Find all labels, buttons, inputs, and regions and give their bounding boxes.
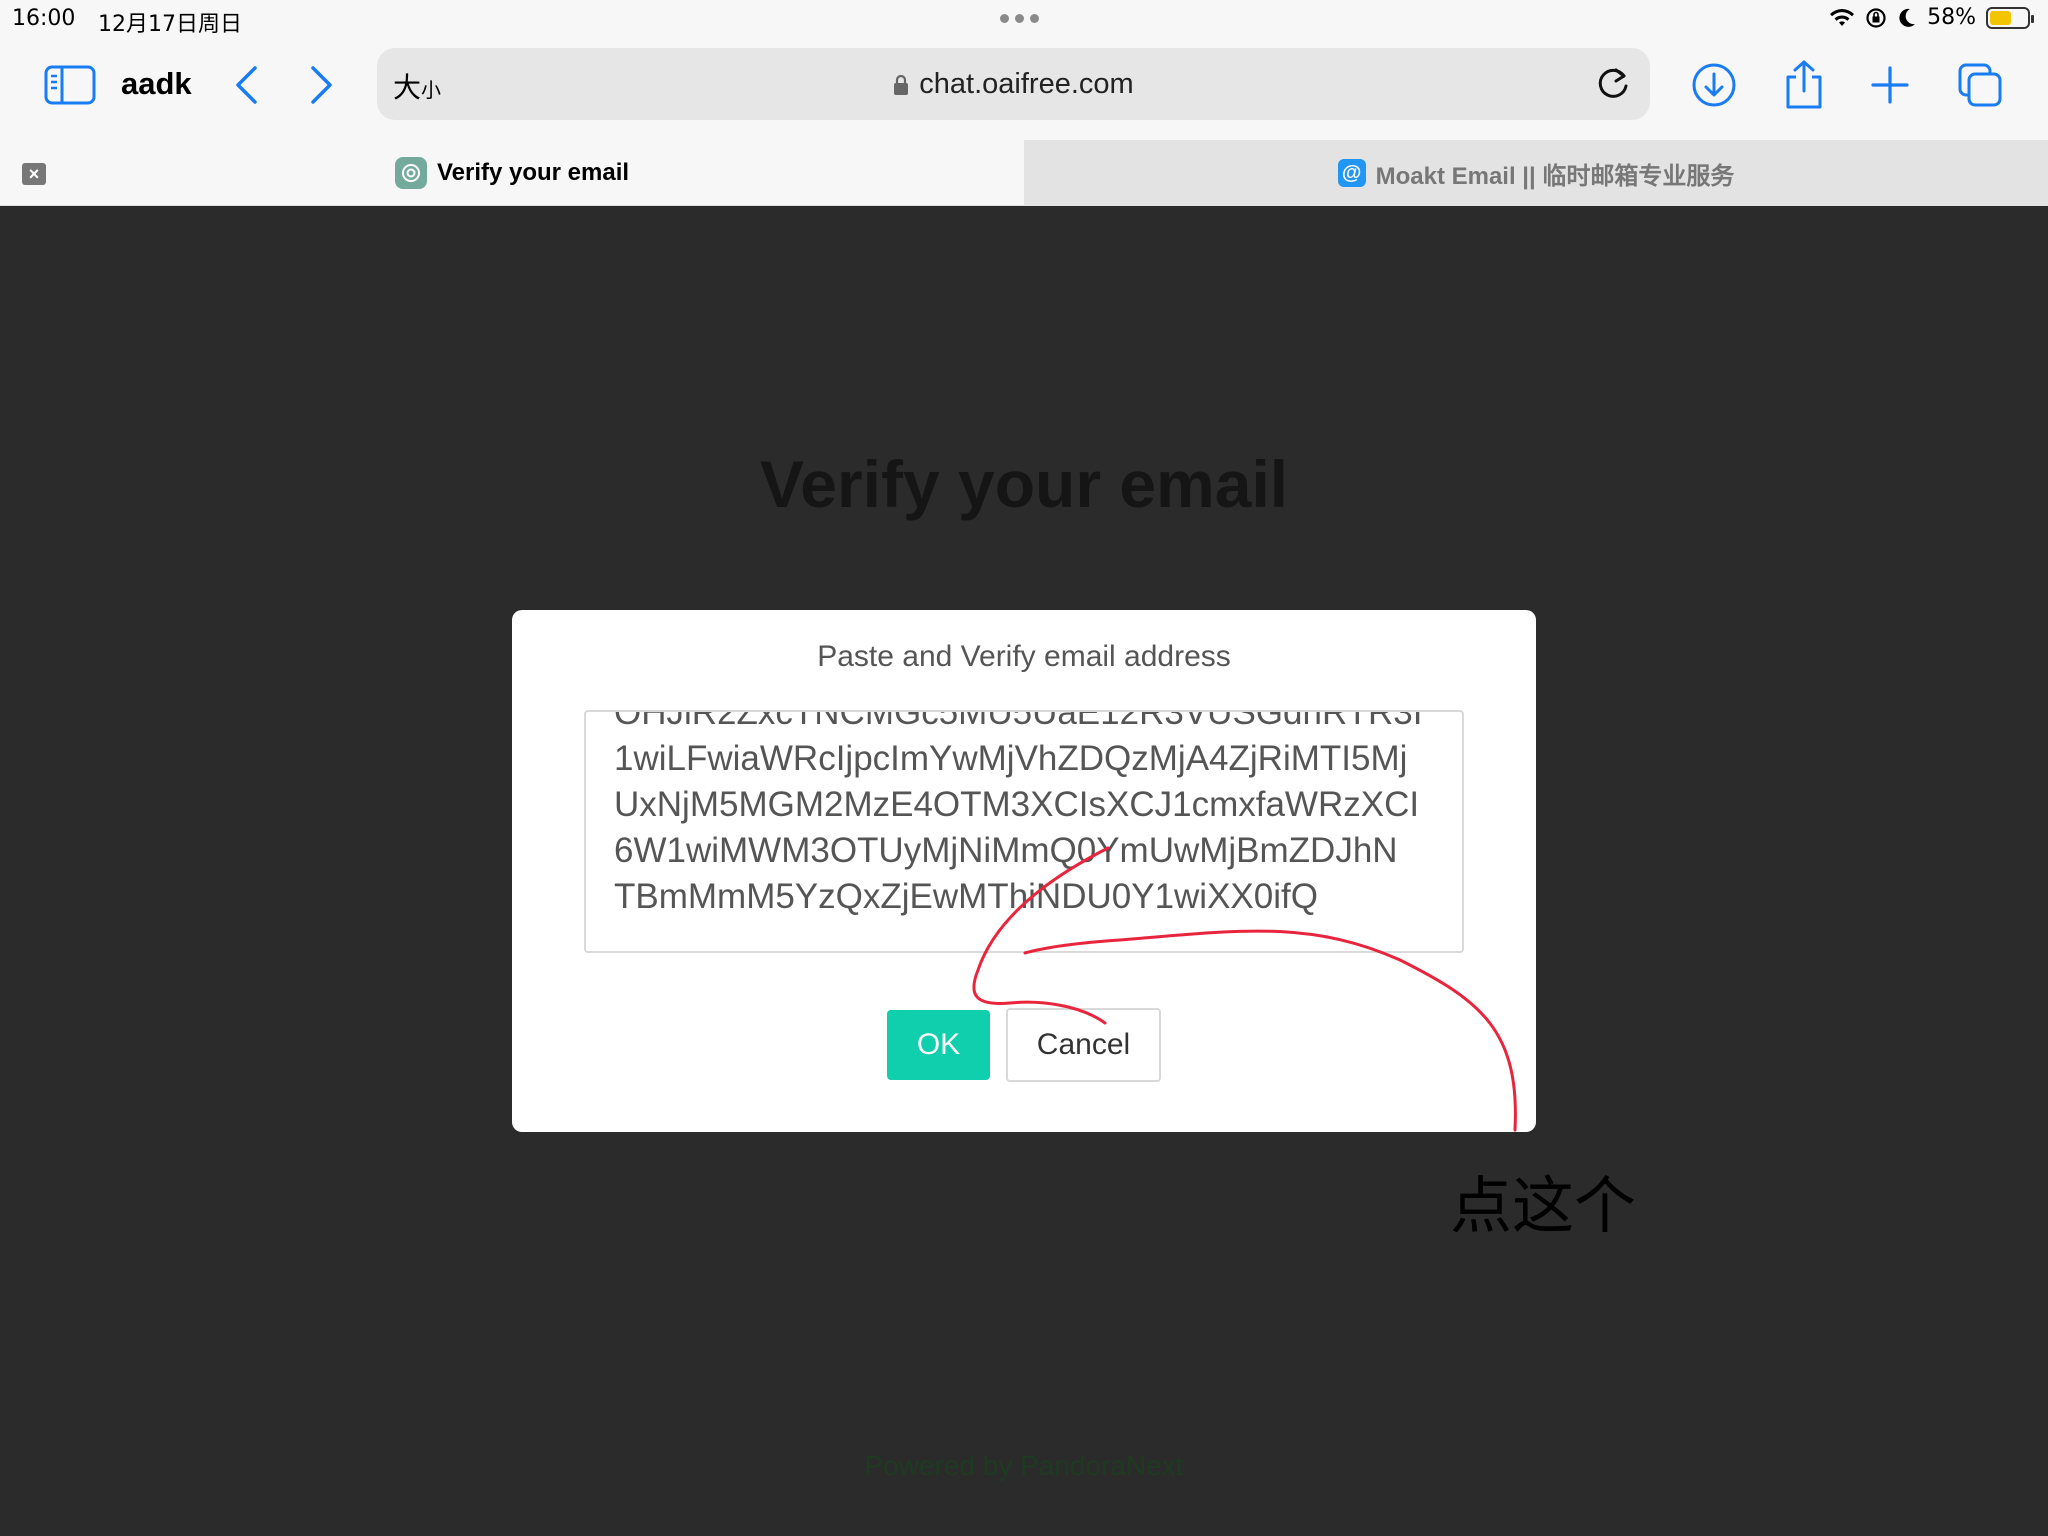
- forward-button[interactable]: [292, 60, 352, 110]
- orientation-lock-icon: [1866, 7, 1886, 28]
- status-indicators: 58%: [1829, 5, 2034, 30]
- email-link-textarea[interactable]: OHJiR2ZxcTNCMGc5MU5UaE12R3VUSGdhRTR3I 1w…: [584, 710, 1464, 953]
- status-time: 16:00: [12, 6, 76, 31]
- status-date: 12月17日周日: [98, 12, 242, 37]
- multitasking-dots-icon[interactable]: [1000, 14, 1039, 23]
- url-text: chat.oaifree.com: [919, 68, 1134, 100]
- dialog-title: Paste and Verify email address: [817, 640, 1231, 673]
- tab-label: Moakt Email || 临时邮箱专业服务: [1375, 162, 1735, 190]
- tabs-icon: [1958, 63, 2002, 107]
- tab-moakt-email[interactable]: @ Moakt Email || 临时邮箱专业服务: [1024, 140, 2048, 206]
- downloads-button[interactable]: [1684, 60, 1744, 110]
- moon-icon: [1899, 8, 1916, 27]
- tab-overview-button[interactable]: [1950, 60, 2010, 110]
- verify-email-dialog: Paste and Verify email address OHJiR2Zxc…: [512, 610, 1536, 1132]
- textarea-value: OHJiR2ZxcTNCMGc5MU5UaE12R3VUSGdhRTR3I 1w…: [614, 710, 1423, 916]
- sidebar-toggle-icon[interactable]: [40, 60, 100, 110]
- reload-button[interactable]: [1594, 62, 1632, 109]
- tab-label: Verify your email: [436, 159, 630, 186]
- plus-icon: [1871, 66, 1909, 104]
- lock-icon: [894, 75, 909, 96]
- share-button[interactable]: [1774, 60, 1834, 110]
- at-sign-icon: @: [1337, 159, 1366, 187]
- browser-toolbar: aadk 大小 chat.oaifree.com: [0, 40, 2048, 140]
- share-icon: [1786, 60, 1822, 109]
- chatgpt-icon: [394, 157, 427, 189]
- battery-fill: [1990, 10, 2011, 25]
- battery-icon: [1986, 6, 2034, 29]
- download-icon: [1692, 63, 1736, 107]
- powered-by-footer[interactable]: Powered by PandoraNext: [0, 1450, 2048, 1482]
- ok-button[interactable]: OK: [887, 1010, 990, 1080]
- status-bar: 16:00 12月17日周日 58%: [0, 0, 2048, 40]
- tab-group-name[interactable]: aadk: [121, 66, 192, 102]
- reload-icon: [1598, 68, 1628, 98]
- address-bar[interactable]: 大小 chat.oaifree.com: [377, 48, 1650, 120]
- cancel-button[interactable]: Cancel: [1006, 1008, 1161, 1082]
- tab-bar: Verify your email × @ Moakt Email || 临时邮…: [0, 140, 2048, 206]
- back-button[interactable]: [216, 60, 276, 110]
- wifi-icon: [1830, 8, 1855, 26]
- page-title: Verify your email: [759, 447, 1289, 521]
- url-display[interactable]: chat.oaifree.com: [377, 68, 1650, 101]
- new-tab-button[interactable]: [1860, 60, 1920, 110]
- battery-percent: 58%: [1927, 5, 1976, 30]
- close-tab-button[interactable]: ×: [22, 163, 46, 185]
- annotation-label: 点这个: [1450, 1169, 1637, 1242]
- tab-verify-email[interactable]: Verify your email: [0, 140, 1024, 206]
